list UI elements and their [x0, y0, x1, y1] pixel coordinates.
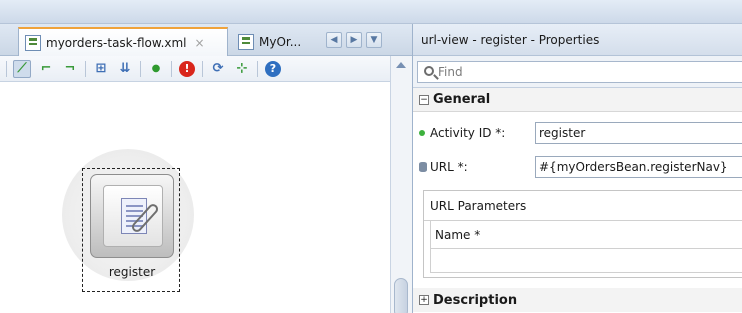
collapse-icon[interactable]: − — [419, 94, 429, 105]
description-section-header[interactable]: + Description — [413, 288, 742, 312]
tab-list-button[interactable]: ▼ — [366, 32, 382, 48]
find-input[interactable]: Find — [417, 61, 742, 83]
expand-icon[interactable]: + — [419, 295, 429, 305]
help-icon[interactable]: ? — [264, 60, 282, 78]
url-row: URL *: #{myOrdersBean.registerNav} — [413, 152, 742, 182]
activity-id-field[interactable]: register — [535, 122, 742, 144]
url-view-icon — [121, 198, 161, 234]
section-label: Description — [433, 292, 518, 308]
toolbar-separator — [257, 60, 258, 77]
activity-id-row: Activity ID *: register — [413, 118, 742, 148]
properties-pane: url-view - register - Properties Find − … — [412, 24, 742, 313]
dot-icon[interactable]: ● — [147, 60, 165, 78]
expression-builder-icon[interactable] — [419, 162, 427, 172]
grid-icon[interactable]: ⊹ — [233, 60, 251, 78]
return-icon[interactable]: ¬ — [61, 60, 79, 78]
page-file-icon — [238, 33, 254, 50]
task-flow-file-icon — [25, 34, 41, 51]
node-icon-frame — [103, 185, 163, 247]
url-label: URL *: — [413, 160, 531, 174]
toolbar-separator — [202, 60, 203, 77]
toolbar-separator — [171, 60, 172, 77]
error-icon[interactable]: ! — [178, 60, 196, 78]
editor-tab-bar: myorders-task-flow.xml × MyOr... ◀ ▶ ▼ — [0, 24, 412, 56]
chevron-left-icon: ◀ — [330, 35, 338, 45]
close-tab-icon[interactable]: × — [195, 36, 205, 50]
required-indicator-icon — [419, 130, 425, 136]
scroll-up-icon[interactable] — [396, 62, 406, 68]
diagram-canvas[interactable]: register — [0, 82, 390, 313]
section-label: General — [433, 92, 491, 107]
vertical-scrollbar[interactable] — [390, 56, 412, 313]
node-label[interactable]: register — [84, 265, 180, 279]
toolbar-separator — [6, 60, 7, 77]
table-row[interactable] — [430, 249, 742, 273]
url-field[interactable]: #{myOrdersBean.registerNav} — [535, 156, 742, 178]
find-bar: Find — [413, 56, 742, 88]
search-icon — [424, 66, 434, 76]
tab-label: myorders-task-flow.xml — [46, 35, 187, 50]
register-url-view-node[interactable] — [90, 174, 174, 258]
name-column-header[interactable]: Name * — [430, 221, 742, 249]
refresh-icon[interactable]: ⟳ — [209, 60, 227, 78]
tab-myorders-task-flow[interactable]: myorders-task-flow.xml × — [18, 27, 228, 56]
toolbar-separator — [85, 60, 86, 77]
tab-label: MyOr... — [259, 34, 302, 49]
wildcard-icon[interactable]: ⌐ — [37, 60, 55, 78]
layout-icon[interactable]: ⊞ — [92, 60, 110, 78]
scroll-tabs-right-button[interactable]: ▶ — [346, 32, 362, 48]
url-parameters-title: URL Parameters — [424, 191, 742, 221]
scroll-tabs-left-button[interactable]: ◀ — [326, 32, 342, 48]
toolbar-separator — [140, 60, 141, 77]
align-icon[interactable]: ⇊ — [116, 60, 134, 78]
tab-myorders[interactable]: MyOr... — [232, 27, 316, 56]
title-bar — [0, 0, 742, 24]
find-placeholder: Find — [438, 65, 463, 79]
scrollbar-thumb[interactable] — [394, 278, 408, 313]
general-section-header[interactable]: − General — [413, 88, 742, 112]
activity-id-label: Activity ID *: — [413, 126, 531, 140]
control-flow-icon[interactable]: ⟋ — [13, 59, 31, 78]
properties-title: url-view - register - Properties — [413, 24, 742, 56]
editor-toolbar: ⟋ ⌐ ¬ ⊞ ⇊ ● ! ⟳ ⊹ ? — [0, 56, 412, 82]
chevron-down-icon: ▼ — [370, 35, 378, 45]
chevron-right-icon: ▶ — [350, 35, 358, 45]
url-parameters-table: URL Parameters Name * — [423, 190, 742, 278]
task-flow-editor: myorders-task-flow.xml × MyOr... ◀ ▶ ▼ ⟋… — [0, 24, 412, 313]
